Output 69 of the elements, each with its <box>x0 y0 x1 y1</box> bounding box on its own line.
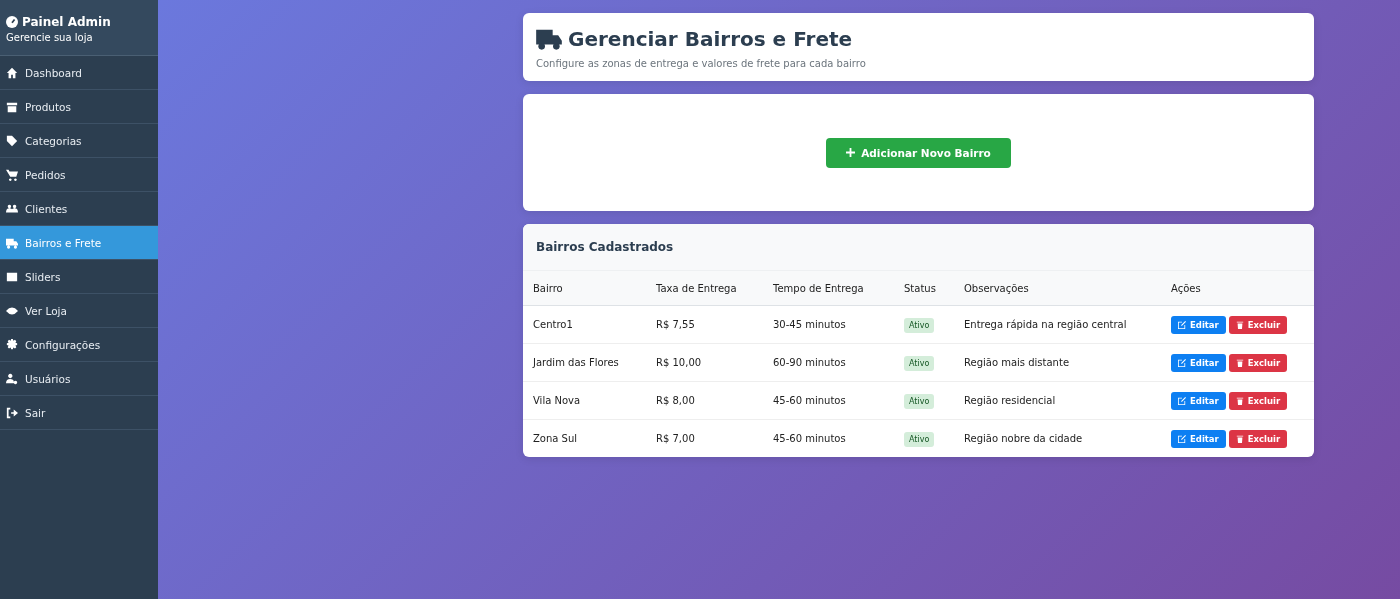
table-cell: R$ 7,55 <box>646 305 763 344</box>
table-cell: R$ 7,00 <box>646 419 763 457</box>
column-header: Status <box>894 271 954 306</box>
page-subtitle: Configure as zonas de entrega e valores de frete para cada bairro <box>536 58 867 69</box>
edit-button[interactable]: Editar <box>1171 391 1226 410</box>
sidebar-item[interactable]: Configurações <box>0 328 158 362</box>
trash-icon <box>1235 358 1244 367</box>
sidebar-item[interactable]: Dashboard <box>0 56 158 90</box>
column-header: Tempo de Entrega <box>763 271 894 306</box>
sidebar-item[interactable]: Ver Loja <box>0 294 158 328</box>
trash-icon <box>1235 396 1244 405</box>
status-badge: Ativo <box>904 318 935 333</box>
edit-button[interactable]: Editar <box>1171 315 1226 334</box>
column-header: Bairro <box>523 271 646 306</box>
image-icon <box>6 270 18 283</box>
table-cell: Zona Sul <box>523 419 646 457</box>
users-icon <box>6 202 18 215</box>
sidebar-item[interactable]: Usuários <box>0 362 158 396</box>
sidebar-item[interactable]: Sair <box>0 396 158 430</box>
sidebar-item[interactable]: Pedidos <box>0 158 158 192</box>
plus-icon <box>846 148 856 157</box>
cart-icon <box>6 168 18 181</box>
edit-icon <box>1178 396 1186 405</box>
column-header: Taxa de Entrega <box>646 271 763 306</box>
sidebar-item[interactable]: Produtos <box>0 90 158 124</box>
page-title: Gerenciar Bairros e Frete <box>568 27 853 51</box>
logout-icon <box>6 406 18 419</box>
gear-icon <box>6 338 18 351</box>
truck-icon <box>536 28 562 50</box>
table-cell: Região mais distante <box>954 343 1161 382</box>
table-cell: Centro1 <box>523 305 646 344</box>
trash-icon <box>1235 434 1244 443</box>
delete-button[interactable]: Excluir <box>1228 391 1288 410</box>
delete-button[interactable]: Excluir <box>1228 429 1288 448</box>
edit-icon <box>1178 434 1186 443</box>
trash-icon <box>1235 320 1244 329</box>
column-header: Observações <box>954 271 1161 306</box>
edit-button[interactable]: Editar <box>1171 353 1226 372</box>
sidebar-item[interactable]: Categorias <box>0 124 158 158</box>
table-title: Bairros Cadastrados <box>523 224 1314 271</box>
table-cell: R$ 8,00 <box>646 381 763 420</box>
edit-button[interactable]: Editar <box>1171 429 1226 448</box>
tag-icon <box>6 134 18 147</box>
table-cell: Entrega rápida na região central <box>954 305 1161 344</box>
sidebar-subtitle: Gerencie sua loja <box>6 32 94 43</box>
truck-icon <box>6 236 18 249</box>
edit-icon <box>1178 320 1186 329</box>
delete-button[interactable]: Excluir <box>1228 315 1288 334</box>
table-cell: R$ 10,00 <box>646 343 763 382</box>
edit-icon <box>1178 358 1186 367</box>
table-cell: 45-60 minutos <box>763 381 894 420</box>
column-header: Ações <box>1161 271 1314 306</box>
table-cell: 60-90 minutos <box>763 343 894 382</box>
sidebar-item[interactable]: Sliders <box>0 260 158 294</box>
status-badge: Ativo <box>904 394 935 409</box>
table-cell: Região residencial <box>954 381 1161 420</box>
table-cell: Vila Nova <box>523 381 646 420</box>
table-cell: 45-60 minutos <box>763 419 894 457</box>
table-cell: Região nobre da cidade <box>954 419 1161 457</box>
status-badge: Ativo <box>904 432 935 447</box>
gauge-icon <box>6 16 18 28</box>
table-cell: 30-45 minutos <box>763 305 894 344</box>
table-cell: Jardim das Flores <box>523 343 646 382</box>
box-icon <box>6 100 18 113</box>
user-icon <box>6 372 18 385</box>
status-badge: Ativo <box>904 356 935 371</box>
delete-button[interactable]: Excluir <box>1228 353 1288 372</box>
house-icon <box>6 66 18 79</box>
sidebar-title: Painel Admin <box>22 15 111 29</box>
